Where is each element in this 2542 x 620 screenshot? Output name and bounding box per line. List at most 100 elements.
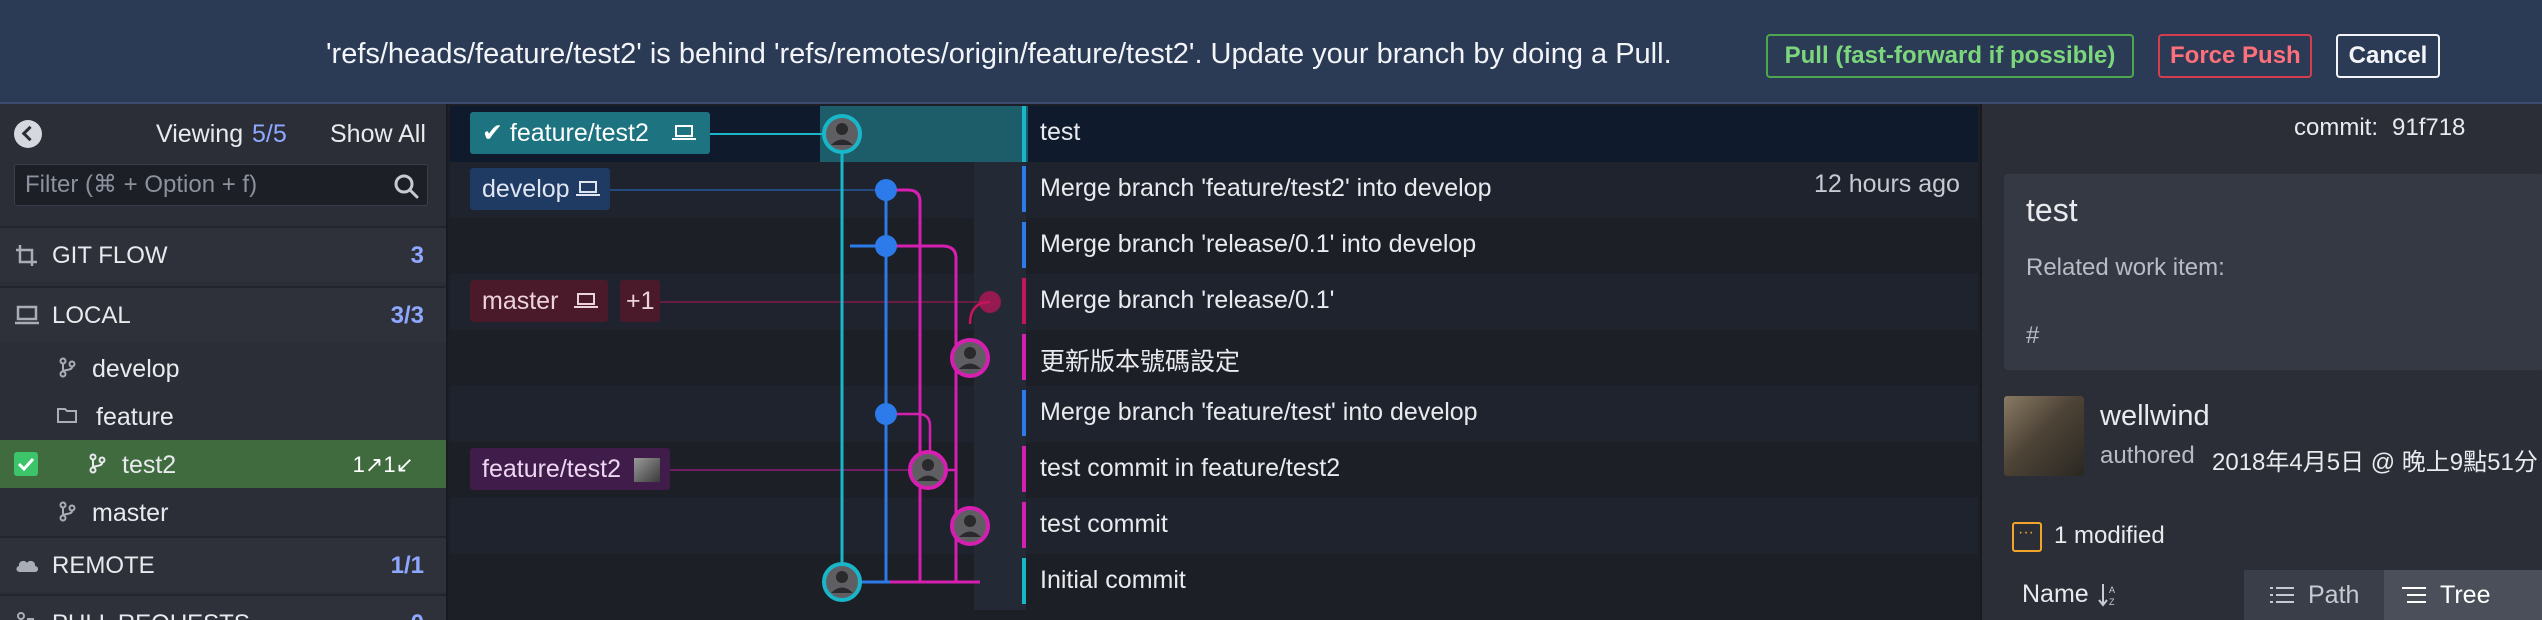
modified-file-icon <box>2012 522 2042 552</box>
commit-detail-panel: commit: 91f718 test Related work item: #… <box>1980 104 2542 620</box>
section-git-flow-count: 3 <box>410 242 424 269</box>
laptop-icon <box>574 293 598 308</box>
branch-label-feature-test2-remote[interactable]: feature/test2 <box>470 448 670 490</box>
branch-label-text: feature/test2 <box>482 455 621 483</box>
section-git-flow-title: GIT FLOW <box>52 242 168 269</box>
search-icon[interactable] <box>393 173 419 199</box>
svg-text:A: A <box>2109 585 2115 595</box>
commit-node-merge <box>875 235 897 257</box>
pull-required-banner: 'refs/heads/feature/test2' is behind 're… <box>0 0 2542 104</box>
sort-az-icon[interactable]: A Z <box>2098 582 2120 608</box>
laptop-icon <box>15 305 39 325</box>
commit-message[interactable]: test commit in feature/test2 <box>1040 454 1340 483</box>
local-branch-test2-label: test2 <box>122 451 177 479</box>
section-remote[interactable]: REMOTE 1/1 <box>0 536 446 592</box>
left-panel: Viewing 5/5 Show All GIT FLOW 3 LOCAL 3/… <box>0 104 448 620</box>
lane-column-shade <box>974 162 1026 610</box>
authored-date: 2018年4月5日 @ 晚上9點51分 <box>2212 449 2538 476</box>
commit-node-merge <box>875 403 897 425</box>
branch-label-more[interactable]: +1 <box>620 280 660 322</box>
commit-graph: ✔ feature/test2 develop master +1 featur… <box>450 104 1978 620</box>
folder-icon <box>57 408 77 423</box>
commit-sha-label: commit: <box>2294 114 2378 141</box>
section-pull-requests-count: 0 <box>411 610 424 620</box>
branch-icon <box>59 357 76 378</box>
commit-node-avatar <box>822 114 862 154</box>
viewing-count: 5/5 <box>252 120 287 148</box>
branch-label-text: master <box>482 287 559 315</box>
local-branch-master[interactable]: master <box>0 488 446 536</box>
viewing-label: Viewing <box>156 120 244 148</box>
pull-request-icon <box>17 612 34 620</box>
tree-view-label: Tree <box>2440 581 2491 609</box>
name-column-header[interactable]: Name <box>2022 580 2089 609</box>
filter-input[interactable] <box>25 165 365 205</box>
git-flow-icon <box>16 245 37 266</box>
work-item-hash[interactable]: # <box>2026 322 2039 350</box>
section-remote-title: REMOTE <box>52 552 155 579</box>
path-view-label: Path <box>2308 581 2360 609</box>
branch-label-feature-test2-local[interactable]: ✔ feature/test2 <box>470 112 710 154</box>
section-pull-requests-title: PULL REQUESTS <box>52 610 250 620</box>
local-folder-feature[interactable]: feature <box>0 392 446 440</box>
section-local[interactable]: LOCAL 3/3 <box>0 286 446 342</box>
tree-list-icon <box>2402 587 2426 603</box>
list-icon <box>2270 587 2294 603</box>
commit-node-avatar <box>950 506 990 546</box>
show-all-button[interactable]: Show All <box>330 120 426 149</box>
modified-count-label[interactable]: 1 modified <box>2054 522 2165 550</box>
commit-node-avatar <box>822 562 862 602</box>
commit-message[interactable]: Merge branch 'release/0.1' into develop <box>1040 230 1476 259</box>
commit-node-merge <box>875 179 897 201</box>
authored-label: authored <box>2100 442 2195 469</box>
section-local-count: 3/3 <box>390 302 424 329</box>
branch-label-more-text: +1 <box>626 287 655 315</box>
author-name: wellwind <box>2100 400 2210 432</box>
commit-message[interactable]: test commit <box>1040 510 1168 539</box>
remote-avatar-icon <box>634 458 660 482</box>
file-view-toggle: Path Tree <box>2244 570 2542 620</box>
branch-label-develop[interactable]: develop <box>470 168 610 210</box>
commit-node-avatar <box>950 338 990 378</box>
commit-message[interactable]: test <box>1040 118 1080 147</box>
section-git-flow[interactable]: GIT FLOW 3 <box>0 226 446 282</box>
filter-box <box>14 164 428 206</box>
local-branch-master-label: master <box>92 499 169 527</box>
collapse-panel-icon[interactable] <box>14 120 42 148</box>
section-pull-requests[interactable]: PULL REQUESTS 0 <box>0 594 446 620</box>
local-branch-develop[interactable]: develop <box>0 344 446 392</box>
check-icon: ✔ <box>482 119 510 147</box>
branch-icon <box>89 453 106 474</box>
banner-message: 'refs/heads/feature/test2' is behind 're… <box>326 38 1672 70</box>
branch-label-text: develop <box>482 175 570 203</box>
local-folder-feature-label: feature <box>96 403 174 431</box>
checked-out-check-icon <box>14 452 38 476</box>
tree-view-button[interactable]: Tree <box>2384 570 2542 620</box>
commit-node-avatar <box>908 450 948 490</box>
commit-message[interactable]: Merge branch 'feature/test' into develop <box>1040 398 1478 427</box>
cancel-button[interactable]: Cancel <box>2336 34 2440 78</box>
svg-text:Z: Z <box>2109 597 2115 607</box>
branch-label-text: feature/test2 <box>509 119 649 147</box>
commit-message[interactable]: Merge branch 'release/0.1' <box>1040 286 1334 315</box>
commit-sha[interactable]: 91f718 <box>2392 114 2465 142</box>
laptop-icon <box>576 181 600 196</box>
cloud-icon <box>16 560 38 572</box>
force-push-button[interactable]: Force Push <box>2158 34 2312 78</box>
commit-title: test <box>2026 192 2078 228</box>
branch-label-master[interactable]: master <box>470 280 608 322</box>
branch-icon <box>59 501 76 522</box>
commit-message-card: test Related work item: # <box>2004 174 2542 370</box>
commit-message[interactable]: Merge branch 'feature/test2' into develo… <box>1040 174 1492 203</box>
commit-node-merge <box>979 291 1001 313</box>
related-work-item-label: Related work item: <box>2026 254 2225 281</box>
section-remote-count: 1/1 <box>390 552 424 579</box>
commit-message[interactable]: Initial commit <box>1040 566 1186 595</box>
local-branch-test2[interactable]: test2 1↗1↙ <box>0 440 446 488</box>
path-view-button[interactable]: Path <box>2244 570 2384 620</box>
ahead-behind-indicator: 1↗1↙ <box>352 452 414 477</box>
pull-button[interactable]: Pull (fast-forward if possible) <box>1766 34 2134 78</box>
local-branch-develop-label: develop <box>92 355 180 383</box>
commit-time-label: 12 hours ago <box>1814 170 1960 198</box>
commit-message[interactable]: 更新版本號碼設定 <box>1040 342 1240 378</box>
